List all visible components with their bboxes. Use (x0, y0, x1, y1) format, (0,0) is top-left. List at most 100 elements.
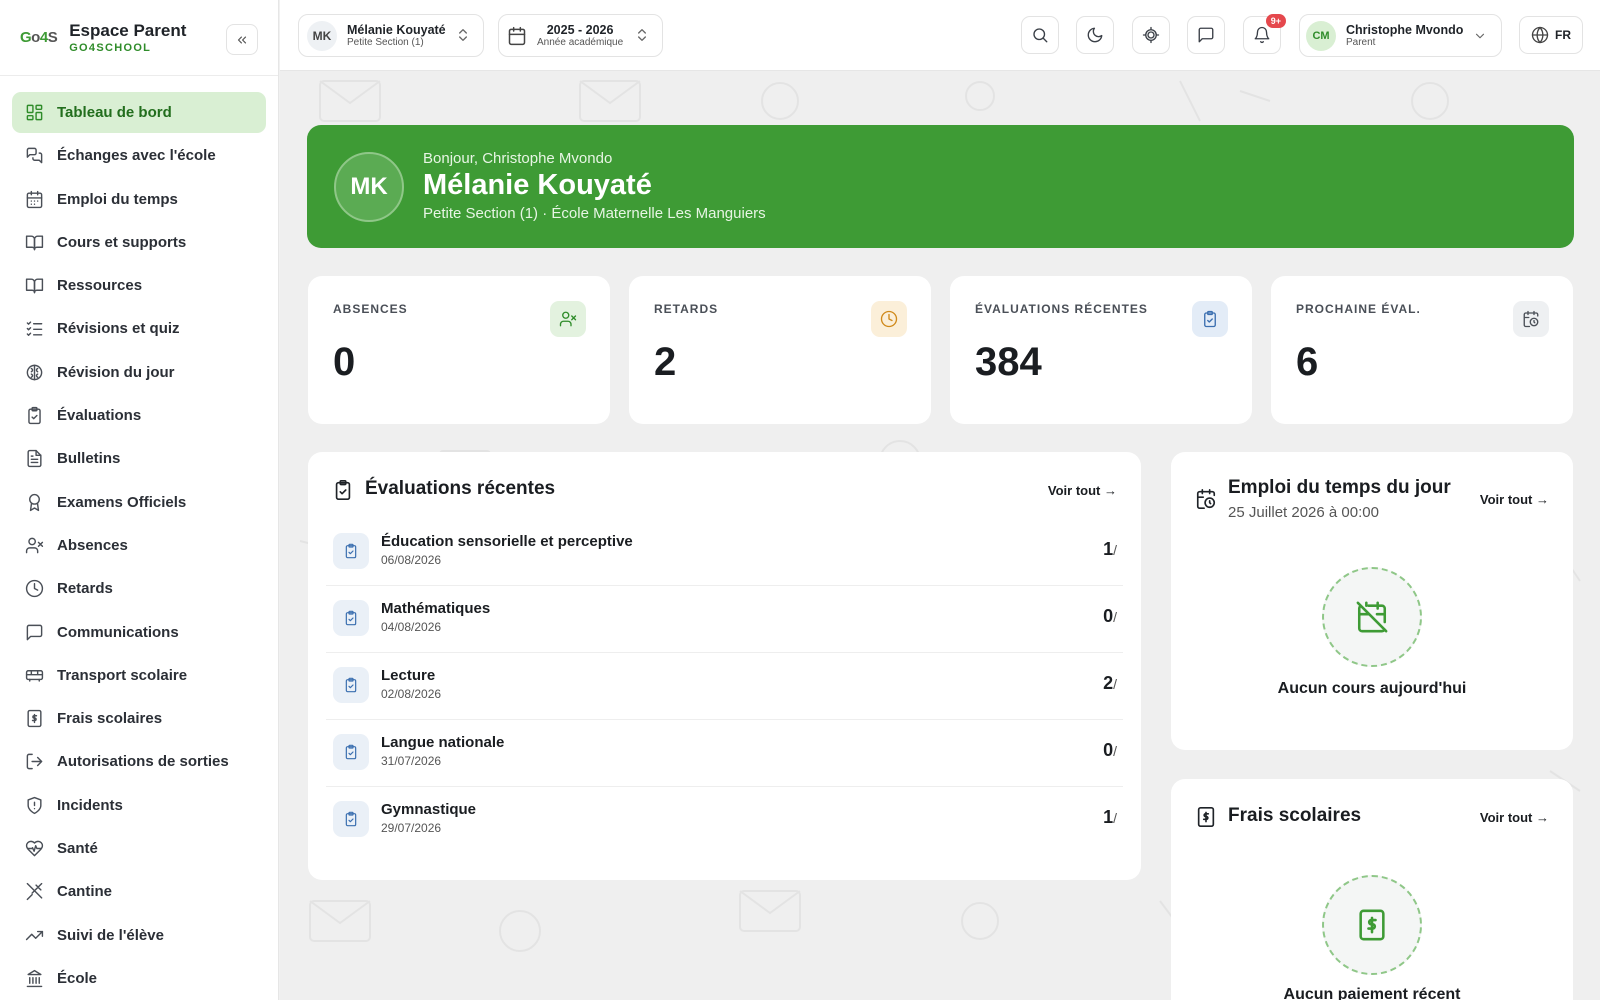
see-all-schedule-link[interactable]: Voir tout → (1480, 492, 1549, 507)
clipboard-check-icon (333, 533, 369, 569)
school-fees-card: Frais scolaires Voir tout → Aucun paieme… (1171, 779, 1573, 1000)
collapse-sidebar-button[interactable] (226, 24, 258, 55)
evaluation-subject: Mathématiques (381, 600, 491, 617)
clipboard-check-icon (333, 667, 369, 703)
score-suffix: / (1113, 676, 1117, 692)
evaluation-subject: Gymnastique (381, 801, 477, 818)
clipboard-check-icon (24, 406, 44, 426)
sidebar-item-incidents[interactable]: Incidents (12, 785, 266, 826)
sidebar-item-label: Révisions et quiz (57, 320, 180, 338)
search-icon (1033, 28, 1048, 43)
sidebar-item-frais[interactable]: Frais scolaires (12, 698, 266, 739)
stat-card-absences[interactable]: ABSENCES 0 (308, 276, 610, 424)
evaluation-date: 02/08/2026 (381, 687, 442, 701)
sidebar-item-sante[interactable]: Santé (12, 828, 266, 869)
clock-icon (871, 301, 907, 337)
search-button[interactable] (1021, 16, 1059, 54)
card-title: Frais scolaires (1228, 805, 1362, 826)
stat-value: 6 (1296, 340, 1319, 384)
student-selector[interactable]: MK Mélanie Kouyaté Petite Section (1) (298, 14, 484, 57)
see-all-fees-link[interactable]: Voir tout → (1480, 810, 1549, 825)
stat-label: RETARDS (654, 302, 719, 316)
stat-label: PROCHAINE ÉVAL. (1296, 302, 1421, 316)
sidebar-item-ecole[interactable]: École (12, 958, 266, 999)
sidebar-item-label: Tableau de bord (57, 104, 172, 121)
empty-schedule-text: Aucun cours aujourd'hui (1277, 680, 1467, 697)
student-avatar: MK (307, 20, 337, 51)
calendar-clock-icon (1513, 301, 1549, 337)
message-square-icon (1198, 27, 1214, 43)
empty-state-circle (1322, 875, 1422, 975)
bus-icon (24, 665, 44, 685)
evaluation-score: 0/ (1103, 606, 1117, 627)
sidebar-item-cantine[interactable]: Cantine (12, 871, 266, 912)
messages-button[interactable] (1187, 16, 1225, 54)
evaluation-row[interactable]: Gymnastique 29/07/2026 1/ (326, 787, 1123, 854)
sidebar-item-revision-du-jour[interactable]: Révision du jour (12, 352, 266, 393)
utensils-icon (24, 882, 44, 902)
score-suffix: / (1113, 743, 1117, 759)
user-menu[interactable]: CM Christophe Mvondo Parent (1299, 14, 1502, 57)
chat-bubbles-icon (24, 146, 44, 166)
app-title: Espace Parent (69, 21, 187, 40)
sidebar-item-revisions[interactable]: Révisions et quiz (12, 308, 266, 349)
evaluation-row[interactable]: Éducation sensorielle et perceptive 06/0… (326, 519, 1123, 586)
sidebar-item-suivi[interactable]: Suivi de l'élève (12, 915, 266, 956)
sidebar-item-bulletins[interactable]: Bulletins (12, 438, 266, 479)
sidebar-item-cours[interactable]: Cours et supports (12, 222, 266, 263)
score-value: 0 (1103, 606, 1114, 626)
student-class: Petite Section (1) (347, 36, 424, 48)
notifications-button[interactable]: 9+ (1243, 14, 1286, 54)
sidebar-item-label: Cantine (57, 883, 113, 901)
evaluation-row[interactable]: Langue nationale 31/07/2026 0/ (326, 720, 1123, 787)
award-icon (24, 492, 44, 512)
evaluation-subject: Lecture (381, 667, 436, 684)
student-avatar-large: MK (334, 152, 404, 222)
score-value: 1 (1103, 807, 1114, 827)
sidebar-item-label: Communications (57, 623, 179, 641)
evaluation-score: 0/ (1103, 740, 1117, 761)
log-out-icon (24, 752, 44, 772)
sidebar-item-label: Échanges avec l'école (57, 147, 216, 165)
dark-mode-button[interactable] (1076, 16, 1114, 54)
sidebar-item-label: Évaluations (57, 407, 142, 425)
language-button[interactable]: FR (1519, 16, 1583, 54)
sidebar-item-retards[interactable]: Retards (12, 568, 266, 609)
sidebar-item-examens[interactable]: Examens Officiels (12, 482, 266, 523)
daily-schedule-card: Emploi du temps du jour 25 Juillet 2026 … (1171, 452, 1573, 750)
building-icon (24, 968, 44, 988)
clipboard-check-icon (335, 480, 351, 500)
recent-evaluations-card: Évaluations récentes Voir tout → Éducati… (308, 452, 1141, 880)
moon-icon (1087, 27, 1103, 43)
stat-card-evaluations[interactable]: ÉVALUATIONS RÉCENTES 384 (950, 276, 1252, 424)
sidebar-item-evaluations[interactable]: Évaluations (12, 395, 266, 436)
sidebar-item-absences[interactable]: Absences (12, 525, 266, 566)
sun-gear-icon (1142, 26, 1160, 44)
stat-card-retards[interactable]: RETARDS 2 (629, 276, 931, 424)
card-title: Emploi du temps du jour (1228, 477, 1451, 498)
chevron-down-icon (1475, 33, 1485, 39)
user-avatar: CM (1306, 20, 1336, 51)
sidebar-item-echanges[interactable]: Échanges avec l'école (12, 135, 266, 176)
main-content: MK Bonjour, Christophe Mvondo Mélanie Ko… (280, 71, 1600, 1000)
sidebar-item-ressources[interactable]: Ressources (12, 265, 266, 306)
stat-card-prochaine-eval[interactable]: PROCHAINE ÉVAL. 6 (1271, 276, 1573, 424)
sidebar-item-transport[interactable]: Transport scolaire (12, 655, 266, 696)
see-all-evaluations-link[interactable]: Voir tout → (1048, 483, 1117, 498)
shield-alert-icon (24, 795, 44, 815)
sidebar-item-communications[interactable]: Communications (12, 612, 266, 653)
evaluation-row[interactable]: Lecture 02/08/2026 2/ (326, 653, 1123, 720)
evaluation-score: 1/ (1103, 539, 1117, 560)
sidebar-item-label: Santé (57, 840, 98, 858)
sidebar-item-tableau-de-bord[interactable]: Tableau de bord (12, 92, 266, 133)
sidebar-item-label: Absences (57, 536, 128, 554)
stat-label: ÉVALUATIONS RÉCENTES (975, 302, 1148, 316)
globe-icon (1531, 26, 1549, 44)
sidebar-item-emploi-du-temps[interactable]: Emploi du temps (12, 179, 266, 220)
sidebar-item-label: Suivi de l'élève (57, 926, 164, 944)
sidebar-item-autorisations[interactable]: Autorisations de sorties (12, 741, 266, 782)
theme-settings-button[interactable] (1132, 16, 1170, 54)
evaluation-row[interactable]: Mathématiques 04/08/2026 0/ (326, 586, 1123, 653)
welcome-banner: MK Bonjour, Christophe Mvondo Mélanie Ko… (307, 125, 1574, 248)
academic-year-selector[interactable]: 2025 - 2026 Année académique (498, 14, 663, 57)
